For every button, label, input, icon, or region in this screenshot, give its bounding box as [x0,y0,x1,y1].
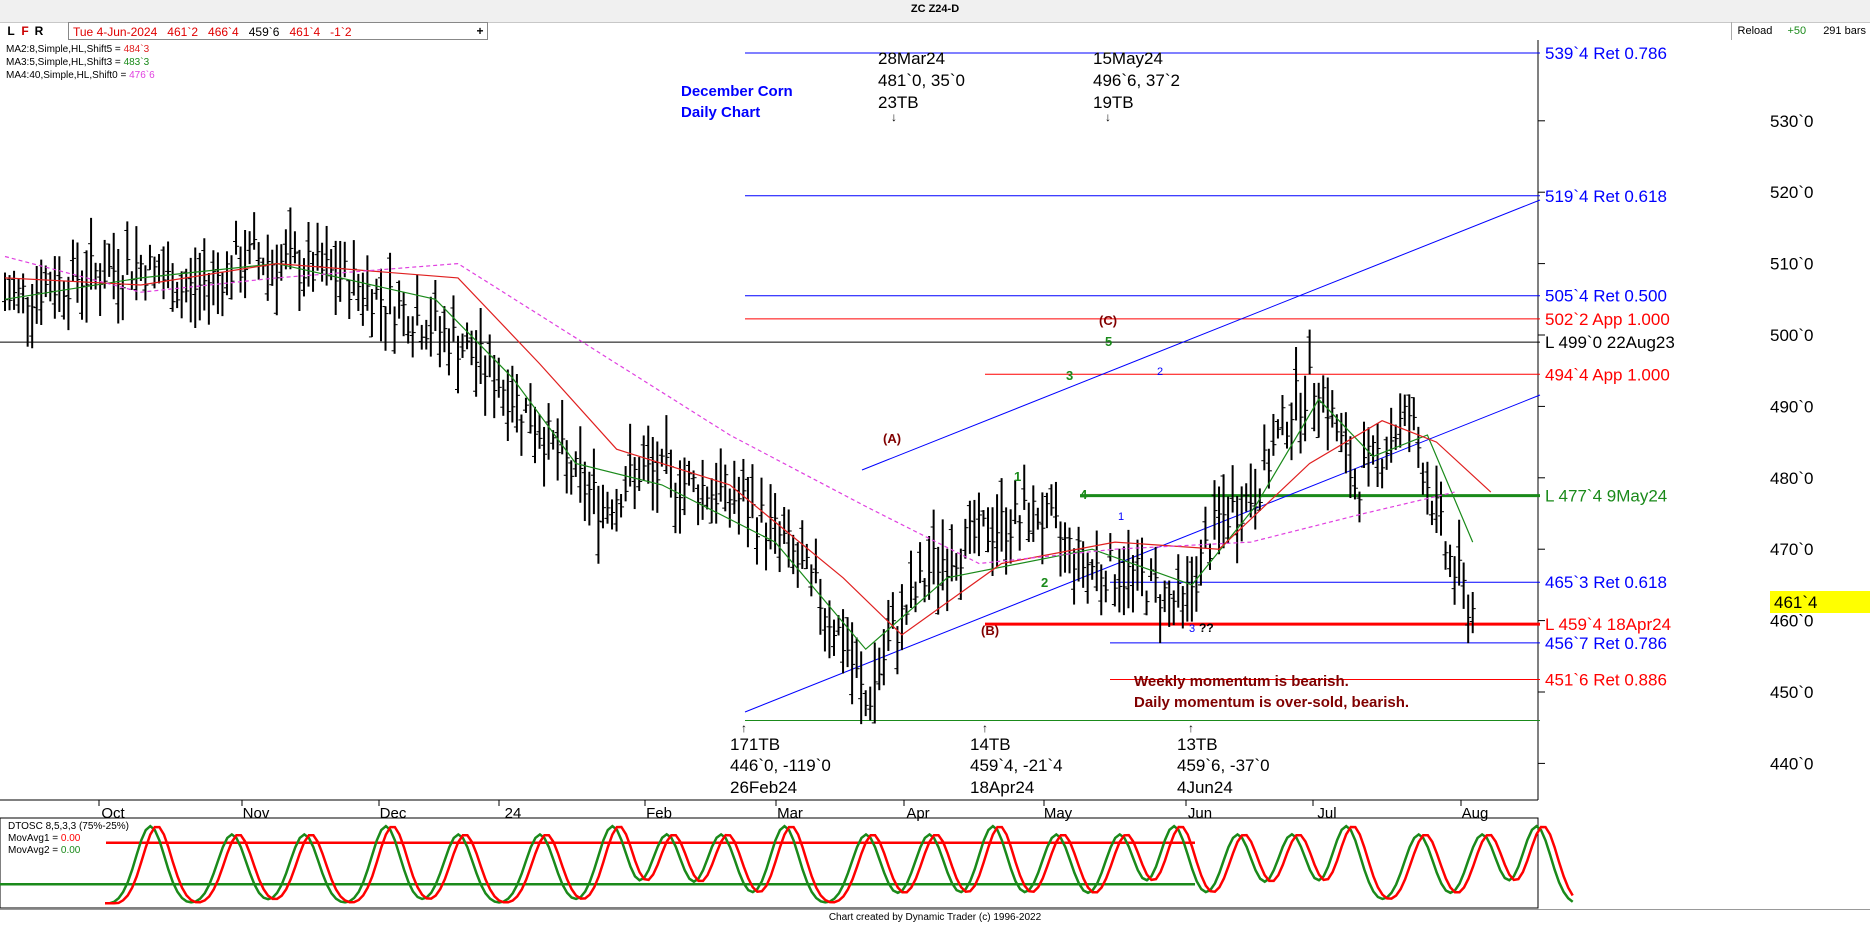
y-tick-label: 500`0 [1770,326,1813,345]
time-annotation-18apr: ↑ 14TB 459`4, -21`4 18Apr24 [970,721,1063,797]
wave-label-C: (C) [1099,313,1117,328]
y-tick-label: 470`0 [1770,540,1813,559]
level-label: 502`2 App 1.000 [1545,310,1670,329]
x-tick-label: Aug [1462,805,1489,822]
dtosc-oscillator [0,824,1574,905]
x-tick-label: Mar [777,805,803,822]
y-tick-label: 450`0 [1770,683,1813,702]
osc-movavg1-value: 0.00 [61,833,81,844]
wave-label-question: ?? [1199,621,1214,635]
level-label: 539`4 Ret 0.786 [1545,44,1667,63]
osc-movavg1-text: MovAvg1 = [8,833,61,844]
time-annotation-line: 15May24 [1093,49,1163,68]
time-annotation-line: 14TB [970,735,1011,754]
level-label: 494`4 App 1.000 [1545,365,1670,384]
level-label: 451`6 Ret 0.886 [1545,671,1667,690]
wave-label-1: 1 [1014,469,1021,484]
x-tick-label: Jun [1188,805,1212,822]
osc-movavg2-text: MovAvg2 = [8,845,61,856]
x-tick-label: May [1044,805,1073,822]
time-annotation-line: 19TB [1093,93,1134,112]
x-tick-label: 24 [505,805,522,822]
retracement-levels: 539`4 Ret 0.786 519`4 Ret 0.618 505`4 Ret … [0,44,1675,722]
y-tick-label: 490`0 [1770,397,1813,416]
time-annotation-line: 26Feb24 [730,778,797,797]
level-label: 465`3 Ret 0.618 [1545,573,1667,592]
y-tick-label: 520`0 [1770,183,1813,202]
wave-label-minor-2: 2 [1157,366,1163,378]
chart-title-line-1: December Corn [681,83,793,100]
time-annotation-line: 496`6, 37`2 [1093,71,1180,90]
time-annotation-26feb: ↑ 171TB 446`0, -119`0 26Feb24 [730,721,831,797]
y-tick-label: 440`0 [1770,754,1813,773]
time-annotation-line: 28Mar24 [878,49,945,68]
y-tick-label: 480`0 [1770,469,1813,488]
down-arrow-icon: ↓ [891,110,897,124]
wave-label-B: (B) [981,623,999,638]
level-label: 519`4 Ret 0.618 [1545,187,1667,206]
wave-label-minor-3: 3 [1189,623,1195,635]
x-tick-label: Apr [906,805,929,822]
time-annotation-line: 481`0, 35`0 [878,71,965,90]
wave-label-minor-1: 1 [1118,511,1124,523]
trend-channels [744,199,1541,713]
up-arrow-icon: ↑ [982,721,988,735]
daily-momentum-comment: Daily momentum is over-sold, bearish. [1134,694,1409,711]
y-tick-label: 530`0 [1770,112,1813,131]
wave-label-2: 2 [1041,575,1048,590]
chart-title-line-2: Daily Chart [681,104,760,121]
level-label: 505`4 Ret 0.500 [1545,287,1667,306]
level-label: L 459`4 18Apr24 [1545,615,1671,634]
wave-label-5: 5 [1105,334,1112,349]
x-tick-label: Dec [380,805,407,822]
x-tick-label: Oct [101,805,125,822]
wave-label-3: 3 [1066,368,1073,383]
x-tick-label: Feb [646,805,672,822]
weekly-momentum-comment: Weekly momentum is bearish. [1134,673,1349,690]
osc-movavg2-value: 0.00 [61,845,81,856]
down-arrow-icon: ↓ [1105,110,1111,124]
time-annotation-line: 4Jun24 [1177,778,1233,797]
x-tick-label: Nov [243,805,270,822]
time-annotation-line: 23TB [878,93,919,112]
ma-line [4,262,1474,651]
osc-movavg1-label: MovAvg1 = 0.00 [8,833,81,844]
y-tick-label: 510`0 [1770,255,1813,274]
x-axis-ticks: Oct Nov Dec 24 Feb Mar Apr May Jun Jul Aug [98,800,1489,822]
time-annotation-15may: 15May24 496`6, 37`2 19TB ↓ [1093,49,1180,124]
last-price-tag: 461`4 [1774,593,1817,612]
up-arrow-icon: ↑ [1188,721,1194,735]
up-arrow-icon: ↑ [741,721,747,735]
time-annotation-line: 13TB [1177,735,1218,754]
price-chart[interactable]: 539`4 Ret 0.786 519`4 Ret 0.618 505`4 Ret … [0,0,1870,926]
time-annotation-line: 171TB [730,735,780,754]
level-label: 456`7 Ret 0.786 [1545,634,1667,653]
time-annotation-line: 459`4, -21`4 [970,756,1063,775]
upper-channel-line [861,199,1541,471]
time-annotation-line: 446`0, -119`0 [730,756,831,775]
time-annotation-line: 459`6, -37`0 [1177,756,1270,775]
y-tick-label: 460`0 [1770,612,1813,631]
time-annotation-line: 18Apr24 [970,778,1034,797]
osc-movavg2-label: MovAvg2 = 0.00 [8,845,81,856]
x-tick-label: Jul [1317,805,1336,822]
osc-title: DTOSC 8,5,3,3 (75%-25%) [8,821,129,832]
wave-label-4: 4 [1080,487,1088,502]
wave-label-A: (A) [883,431,901,446]
level-label: L 499`0 22Aug23 [1545,333,1675,352]
time-annotation-28mar: 28Mar24 481`0, 35`0 23TB ↓ [878,49,965,124]
footer-credit: Chart created by Dynamic Trader (c) 1996… [0,909,1870,926]
price-bars [2,207,1476,725]
time-annotation-4jun: ↑ 13TB 459`6, -37`0 4Jun24 [1177,721,1270,797]
level-label: L 477`4 9May24 [1545,487,1667,506]
